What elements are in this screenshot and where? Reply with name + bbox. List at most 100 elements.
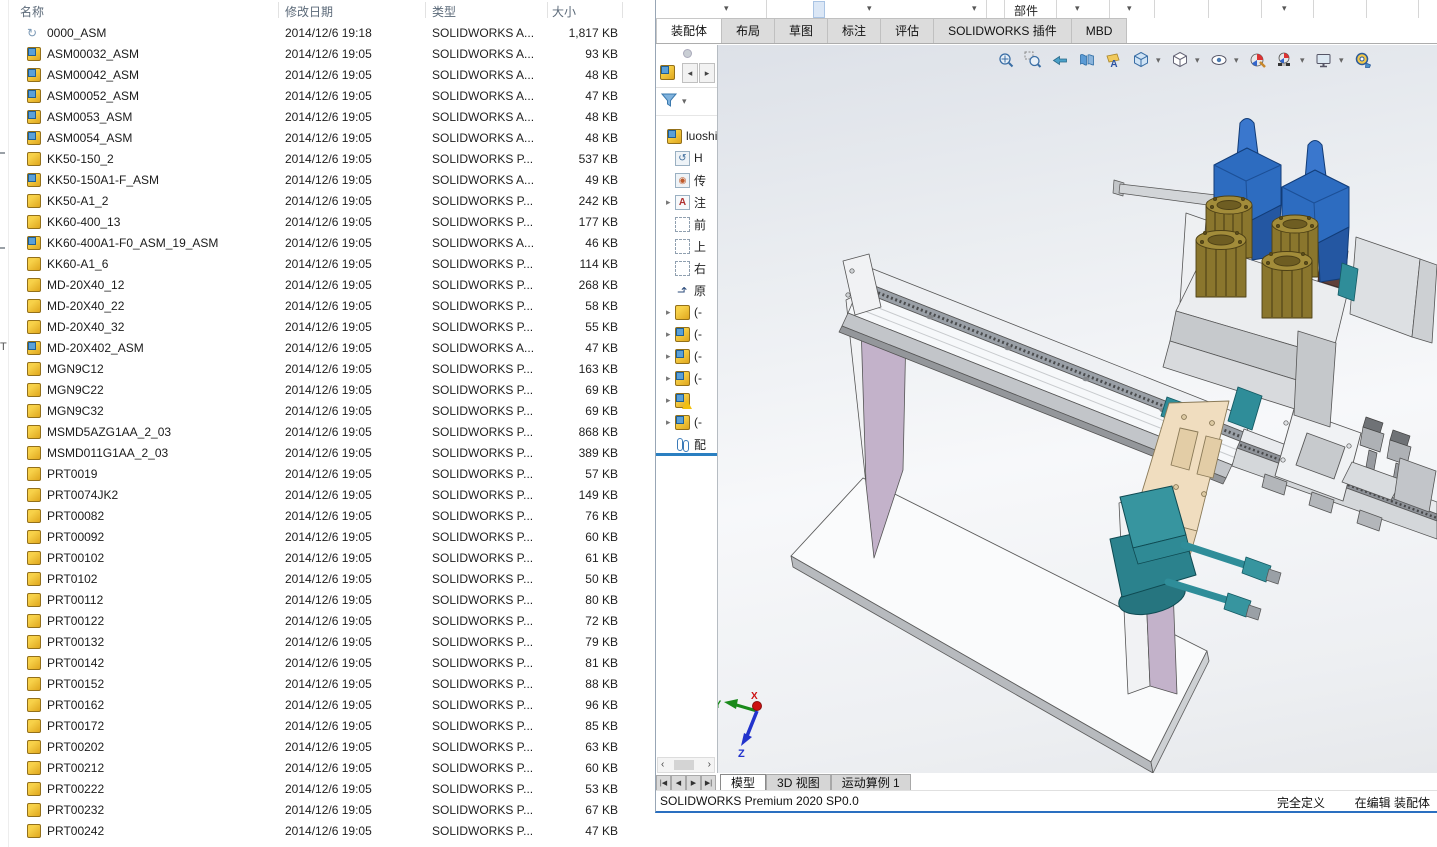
scrollbar-thumb[interactable] bbox=[674, 760, 694, 770]
component-button-label[interactable]: 部件 bbox=[1014, 2, 1038, 19]
feature-tree-item[interactable]: ▸ (- bbox=[656, 323, 717, 345]
file-row[interactable]: MGN9C22 2014/12/6 19:05 SOLIDWORKS P... … bbox=[8, 380, 648, 401]
dropdown-arrow-icon[interactable]: ▾ bbox=[972, 3, 977, 14]
expander-icon[interactable]: ▸ bbox=[666, 417, 675, 428]
panel-scroll-right-button[interactable]: ▸ bbox=[699, 63, 715, 83]
file-row[interactable]: ASM00052_ASM 2014/12/6 19:05 SOLIDWORKS … bbox=[8, 86, 648, 107]
file-row[interactable]: ASM0054_ASM 2014/12/6 19:05 SOLIDWORKS A… bbox=[8, 128, 648, 149]
feature-tree-item[interactable]: 传 bbox=[656, 169, 717, 191]
feature-tree-item[interactable]: 右 bbox=[656, 257, 717, 279]
file-row[interactable]: 0000_ASM 2014/12/6 19:18 SOLIDWORKS A...… bbox=[8, 23, 648, 44]
file-row[interactable]: PRT00082 2014/12/6 19:05 SOLIDWORKS P...… bbox=[8, 506, 648, 527]
filter-dropdown-icon[interactable] bbox=[682, 96, 691, 107]
dropdown-arrow-icon[interactable]: ▾ bbox=[1282, 3, 1287, 14]
column-divider[interactable] bbox=[278, 2, 279, 18]
commandmanager-tab[interactable]: SOLIDWORKS 插件 bbox=[934, 18, 1072, 43]
file-row[interactable]: PRT00092 2014/12/6 19:05 SOLIDWORKS P...… bbox=[8, 527, 648, 548]
file-row[interactable]: PRT00212 2014/12/6 19:05 SOLIDWORKS P...… bbox=[8, 758, 648, 779]
prev-tab-button[interactable]: ◀ bbox=[671, 775, 686, 791]
feature-tree-item[interactable]: ▸ (- bbox=[656, 345, 717, 367]
document-tab[interactable]: 3D 视图 bbox=[766, 774, 831, 791]
file-row[interactable]: PRT00152 2014/12/6 19:05 SOLIDWORKS P...… bbox=[8, 674, 648, 695]
feature-tree-item[interactable]: ▸ bbox=[656, 389, 717, 411]
file-row[interactable]: MGN9C32 2014/12/6 19:05 SOLIDWORKS P... … bbox=[8, 401, 648, 422]
dropdown-arrow-icon[interactable]: ▾ bbox=[1075, 3, 1080, 14]
file-row[interactable]: KK60-400_13 2014/12/6 19:05 SOLIDWORKS P… bbox=[8, 212, 648, 233]
featuremanager-tab-icon[interactable] bbox=[660, 65, 675, 80]
column-header-type[interactable]: 类型 bbox=[432, 3, 456, 20]
file-row[interactable]: PRT00162 2014/12/6 19:05 SOLIDWORKS P...… bbox=[8, 695, 648, 716]
file-row[interactable]: ASM0053_ASM 2014/12/6 19:05 SOLIDWORKS A… bbox=[8, 107, 648, 128]
file-row[interactable]: MSMD5AZG1AA_2_03 2014/12/6 19:05 SOLIDWO… bbox=[8, 422, 648, 443]
panel-collapse-handle[interactable] bbox=[683, 49, 692, 58]
file-row[interactable]: KK60-A1_6 2014/12/6 19:05 SOLIDWORKS P..… bbox=[8, 254, 648, 275]
expander-icon[interactable]: ▸ bbox=[666, 197, 675, 208]
feature-tree-item[interactable]: ▸ (- bbox=[656, 367, 717, 389]
feature-tree-item[interactable]: 前 bbox=[656, 213, 717, 235]
file-row[interactable]: PRT0019 2014/12/6 19:05 SOLIDWORKS P... … bbox=[8, 464, 648, 485]
column-header-size[interactable]: 大小 bbox=[552, 3, 576, 20]
file-row[interactable]: ASM00032_ASM 2014/12/6 19:05 SOLIDWORKS … bbox=[8, 44, 648, 65]
file-row[interactable]: MD-20X40_22 2014/12/6 19:05 SOLIDWORKS P… bbox=[8, 296, 648, 317]
file-row[interactable]: MD-20X40_12 2014/12/6 19:05 SOLIDWORKS P… bbox=[8, 275, 648, 296]
file-row[interactable]: PRT00142 2014/12/6 19:05 SOLIDWORKS P...… bbox=[8, 653, 648, 674]
commandmanager-tab[interactable]: MBD bbox=[1072, 18, 1128, 43]
file-row[interactable]: PRT00222 2014/12/6 19:05 SOLIDWORKS P...… bbox=[8, 779, 648, 800]
file-row[interactable]: MSMD011G1AA_2_03 2014/12/6 19:05 SOLIDWO… bbox=[8, 443, 648, 464]
dropdown-arrow-icon[interactable]: ▾ bbox=[867, 3, 872, 14]
column-divider[interactable] bbox=[425, 2, 426, 18]
expander-icon[interactable]: ▸ bbox=[666, 351, 675, 362]
feature-tree-item[interactable]: 原 bbox=[656, 279, 717, 301]
commandmanager-tab[interactable]: 评估 bbox=[881, 18, 934, 43]
file-row[interactable]: MD-20X40_32 2014/12/6 19:05 SOLIDWORKS P… bbox=[8, 317, 648, 338]
commandmanager-tab[interactable]: 草图 bbox=[775, 18, 828, 43]
file-row[interactable]: PRT00172 2014/12/6 19:05 SOLIDWORKS P...… bbox=[8, 716, 648, 737]
file-row[interactable]: PRT00122 2014/12/6 19:05 SOLIDWORKS P...… bbox=[8, 611, 648, 632]
feature-tree-item[interactable]: ▸ (- bbox=[656, 301, 717, 323]
feature-tree-item[interactable]: 配 bbox=[656, 433, 717, 455]
expander-icon[interactable]: ▸ bbox=[666, 307, 675, 318]
file-row[interactable]: ASM00042_ASM 2014/12/6 19:05 SOLIDWORKS … bbox=[8, 65, 648, 86]
scroll-right-icon[interactable]: › bbox=[708, 759, 711, 770]
file-row[interactable]: KK50-150A1-F_ASM 2014/12/6 19:05 SOLIDWO… bbox=[8, 170, 648, 191]
column-divider[interactable] bbox=[547, 2, 548, 18]
column-divider[interactable] bbox=[622, 2, 623, 18]
file-row[interactable]: PRT00202 2014/12/6 19:05 SOLIDWORKS P...… bbox=[8, 737, 648, 758]
expander-icon[interactable]: ▸ bbox=[666, 373, 675, 384]
file-row[interactable]: PRT00112 2014/12/6 19:05 SOLIDWORKS P...… bbox=[8, 590, 648, 611]
feature-tree-item[interactable]: ▸ (- bbox=[656, 411, 717, 433]
first-tab-button[interactable]: |◀ bbox=[656, 775, 671, 791]
expander-icon[interactable]: ▸ bbox=[666, 329, 675, 340]
feature-tree-item[interactable]: ▸ 注 bbox=[656, 191, 717, 213]
file-row[interactable]: MD-20X402_ASM 2014/12/6 19:05 SOLIDWORKS… bbox=[8, 338, 648, 359]
file-row[interactable]: PRT0074JK2 2014/12/6 19:05 SOLIDWORKS P.… bbox=[8, 485, 648, 506]
file-row[interactable]: PRT00232 2014/12/6 19:05 SOLIDWORKS P...… bbox=[8, 800, 648, 821]
document-tab[interactable]: 模型 bbox=[720, 774, 766, 791]
file-row[interactable]: KK50-A1_2 2014/12/6 19:05 SOLIDWORKS P..… bbox=[8, 191, 648, 212]
dropdown-arrow-icon[interactable]: ▾ bbox=[724, 3, 729, 14]
last-tab-button[interactable]: ▶| bbox=[701, 775, 716, 791]
scroll-left-icon[interactable]: ‹ bbox=[661, 759, 664, 770]
feature-tree-item[interactable]: luoshi bbox=[656, 125, 717, 147]
panel-scroll-left-button[interactable]: ◂ bbox=[682, 63, 698, 83]
graphics-viewport[interactable]: A bbox=[718, 45, 1437, 775]
expander-icon[interactable]: ▸ bbox=[666, 395, 675, 406]
commandmanager-tab[interactable]: 装配体 bbox=[656, 18, 722, 43]
next-tab-button[interactable]: ▶ bbox=[686, 775, 701, 791]
feature-tree-item[interactable]: 上 bbox=[656, 235, 717, 257]
document-tab[interactable]: 运动算例 1 bbox=[831, 774, 911, 791]
file-row[interactable]: PRT00102 2014/12/6 19:05 SOLIDWORKS P...… bbox=[8, 548, 648, 569]
commandmanager-tab[interactable]: 标注 bbox=[828, 18, 881, 43]
commandmanager-tab[interactable]: 布局 bbox=[722, 18, 775, 43]
file-row[interactable]: KK60-400A1-F0_ASM_19_ASM 2014/12/6 19:05… bbox=[8, 233, 648, 254]
file-row[interactable]: PRT0102 2014/12/6 19:05 SOLIDWORKS P... … bbox=[8, 569, 648, 590]
file-row[interactable]: KK50-150_2 2014/12/6 19:05 SOLIDWORKS P.… bbox=[8, 149, 648, 170]
panel-split-divider[interactable] bbox=[656, 453, 717, 456]
dropdown-arrow-icon[interactable]: ▾ bbox=[1127, 3, 1132, 14]
column-header-name[interactable]: 名称 bbox=[20, 3, 44, 20]
file-row[interactable]: PRT00242 2014/12/6 19:05 SOLIDWORKS P...… bbox=[8, 821, 648, 842]
assembly-3d-model[interactable]: Y Z X bbox=[718, 45, 1437, 775]
file-row[interactable]: PRT00132 2014/12/6 19:05 SOLIDWORKS P...… bbox=[8, 632, 648, 653]
filter-funnel-icon[interactable] bbox=[661, 93, 679, 108]
toolbar-button-fragment[interactable] bbox=[813, 1, 825, 18]
